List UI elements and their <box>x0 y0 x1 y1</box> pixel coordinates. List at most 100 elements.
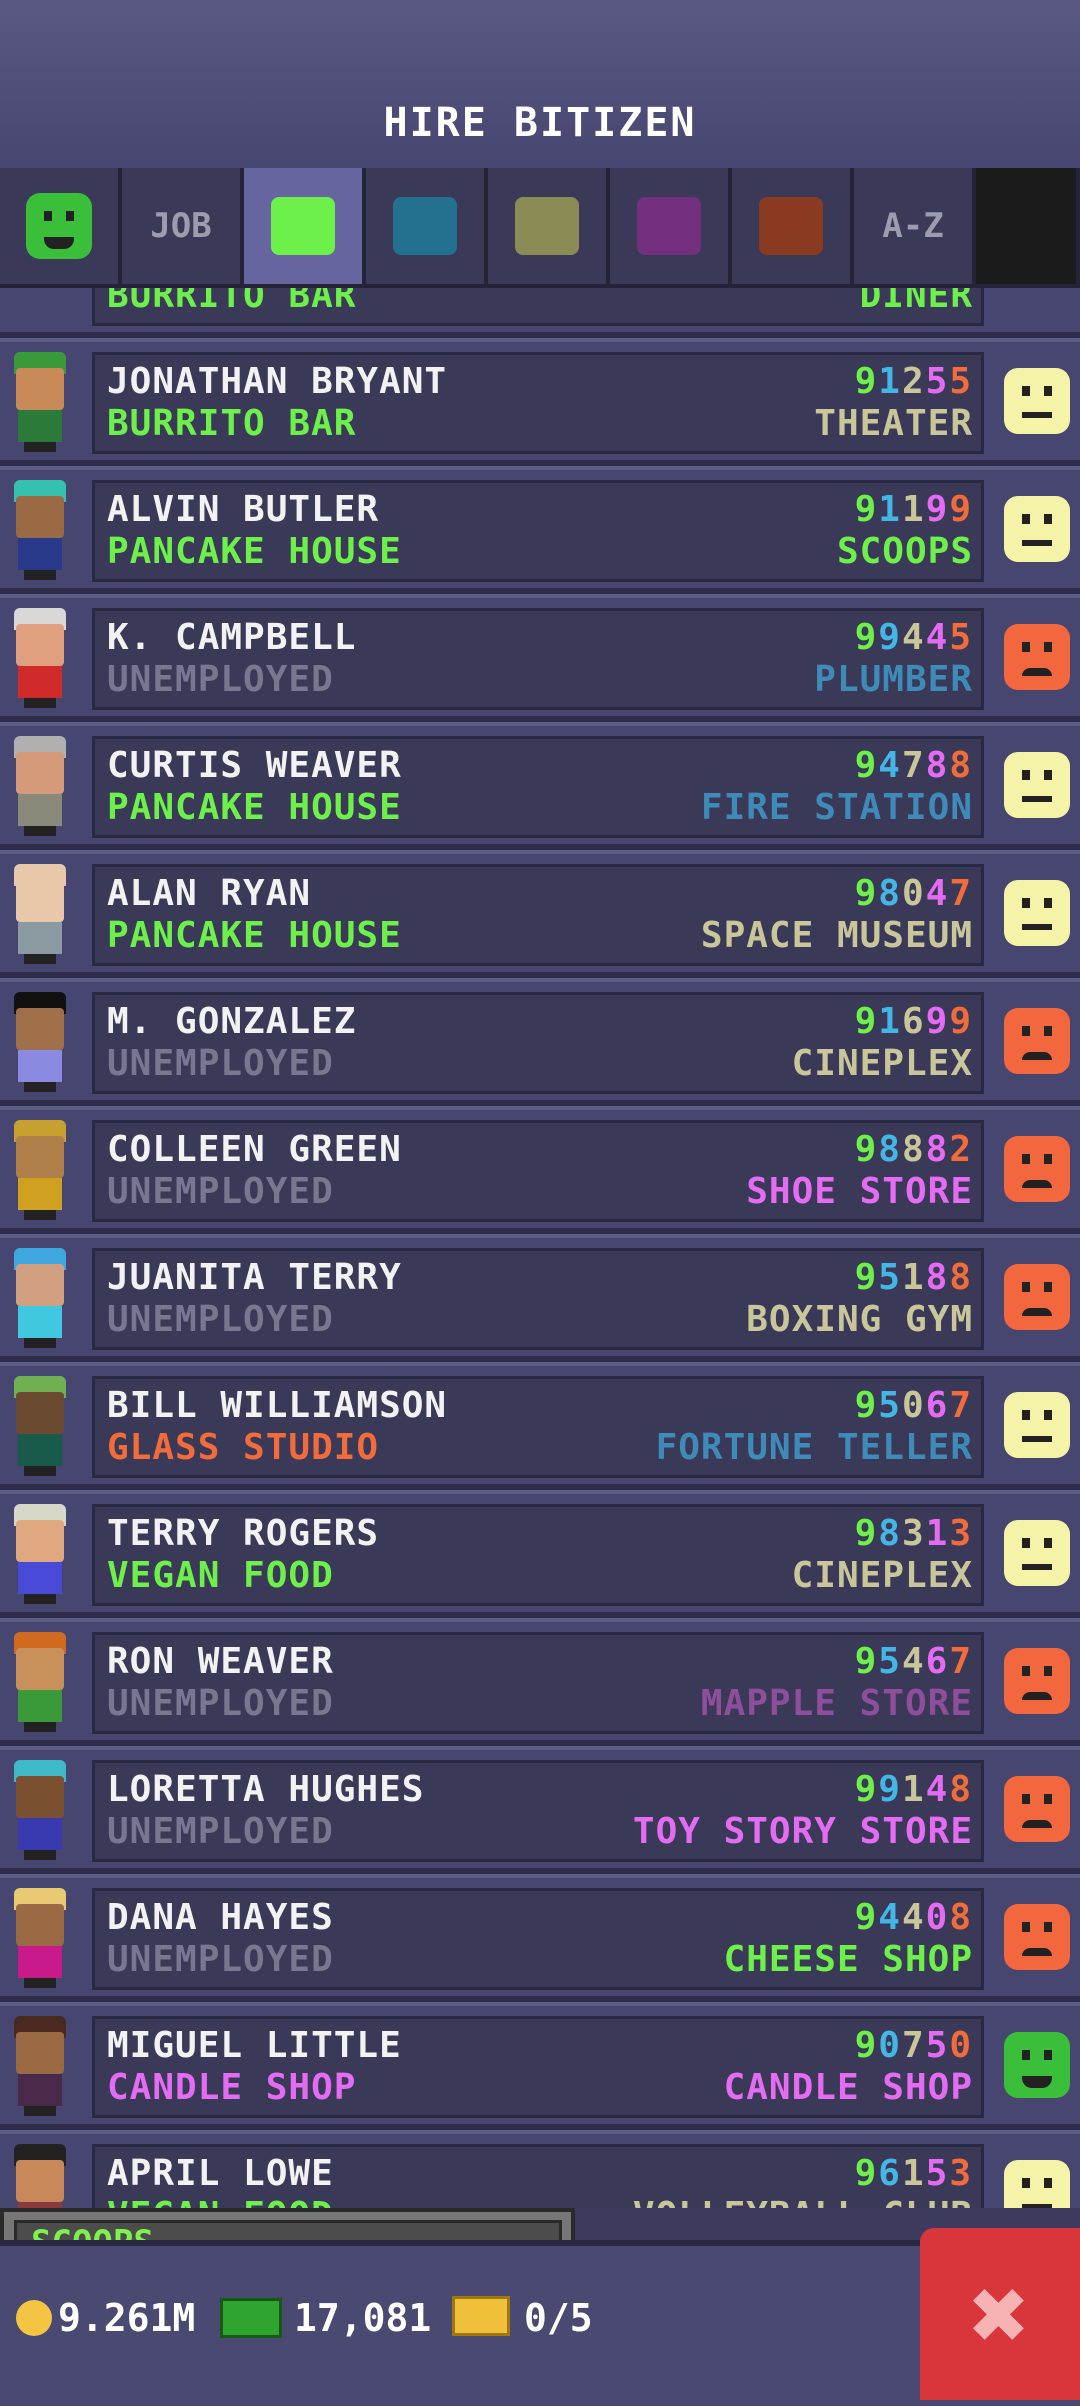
skill-digit: 9 <box>854 617 879 658</box>
bitizen-card: K. CAMPBELL 99445 UNEMPLOYED PLUMBER <box>92 608 984 710</box>
bitizen-card: BILL WILLIAMSON 95067 GLASS STUDIO FORTU… <box>92 1376 984 1478</box>
skill-digit: 3 <box>901 1513 926 1554</box>
list-item[interactable]: LORETTA HUGHES 99148 UNEMPLOYED TOY STOR… <box>0 1746 1080 1874</box>
bitizen-dream-job: BOXING GYM <box>746 1299 973 1340</box>
skill-digit: 1 <box>878 361 902 402</box>
list-item[interactable]: CURTIS WEAVER 94788 PANCAKE HOUSE FIRE S… <box>0 722 1080 850</box>
bitizen-card: ALVIN BUTLER 91199 PANCAKE HOUSE SCOOPS <box>92 480 984 582</box>
bitizen-job: CANDLE SHOP <box>107 2067 357 2108</box>
tab-retail[interactable] <box>610 168 728 284</box>
tab-job[interactable]: JOB <box>122 168 240 284</box>
bitizen-dream-job: MAPPLE STORE <box>700 1683 973 1724</box>
bitizen-skills: 95188 <box>855 1257 973 1298</box>
list-item[interactable]: K. CAMPBELL 99445 UNEMPLOYED PLUMBER <box>0 594 1080 722</box>
bux-icon <box>220 2298 282 2338</box>
bitizen-name: COLLEEN GREEN <box>107 1129 402 1170</box>
skill-digit: 8 <box>949 1769 973 1810</box>
skill-digit: 5 <box>878 1385 902 1426</box>
bitizen-card: JUANITA TERRY 95188 UNEMPLOYED BOXING GY… <box>92 1248 984 1350</box>
skill-digit: 1 <box>901 1769 926 1810</box>
skill-digit: 8 <box>925 745 950 786</box>
tab-az[interactable]: A-Z <box>854 168 972 284</box>
skill-digit: 5 <box>925 361 950 402</box>
bitizen-avatar <box>8 2144 72 2208</box>
list-item[interactable]: JUANITA TERRY 95188 UNEMPLOYED BOXING GY… <box>0 1234 1080 1362</box>
bitizen-card: LORETTA HUGHES 99148 UNEMPLOYED TOY STOR… <box>92 1760 984 1862</box>
list-item[interactable]: BILL WILLIAMSON 95067 GLASS STUDIO FORTU… <box>0 1362 1080 1490</box>
list-item[interactable]: ALAN RYAN 98047 PANCAKE HOUSE SPACE MUSE… <box>0 850 1080 978</box>
skill-digit: 4 <box>925 1769 950 1810</box>
list-item[interactable]: DANA HAYES 94408 UNEMPLOYED CHEESE SHOP <box>0 1874 1080 2002</box>
close-button[interactable]: ✖ <box>920 2228 1080 2400</box>
bitizen-skills: 94408 <box>855 1897 973 1938</box>
skill-digit: 9 <box>854 489 879 530</box>
bitizen-list[interactable]: BURRITO BAR DINER JONATHAN BRYANT 91255 … <box>0 288 1080 2208</box>
skill-digit: 6 <box>925 1385 950 1426</box>
bitizen-dream-job: FORTUNE TELLER <box>655 1427 973 1468</box>
bitizen-card: M. GONZALEZ 91699 UNEMPLOYED CINEPLEX <box>92 992 984 1094</box>
tab-overflow <box>976 168 1076 284</box>
tab-mood[interactable] <box>0 168 118 284</box>
skill-digit: 9 <box>949 1001 973 1042</box>
bitizen-avatar <box>8 352 72 452</box>
neutral-face-icon <box>1004 2160 1070 2208</box>
close-icon: ✖ <box>969 2255 1031 2373</box>
coin-icon <box>16 2300 52 2336</box>
skill-digit: 8 <box>878 1513 902 1554</box>
skill-digit: 2 <box>949 1129 973 1170</box>
list-item[interactable]: JONATHAN BRYANT 91255 BURRITO BAR THEATE… <box>0 338 1080 466</box>
bitizen-skills: 91699 <box>855 1001 973 1042</box>
bitizen-name: ALVIN BUTLER <box>107 489 380 530</box>
bitizen-job: BURRITO BAR <box>107 288 357 316</box>
tab-creative[interactable] <box>732 168 850 284</box>
skill-digit: 9 <box>854 1769 879 1810</box>
list-item[interactable]: COLLEEN GREEN 98882 UNEMPLOYED SHOE STOR… <box>0 1106 1080 1234</box>
bitizen-name: APRIL LOWE <box>107 2153 334 2194</box>
bitizen-job: UNEMPLOYED <box>107 1811 334 1852</box>
bitizen-job: PANCAKE HOUSE <box>107 915 402 956</box>
happy-face-icon <box>1004 2032 1070 2098</box>
bitizen-skills: 91255 <box>855 361 973 402</box>
list-item[interactable]: MIGUEL LITTLE 90750 CANDLE SHOP CANDLE S… <box>0 2002 1080 2130</box>
skill-digit: 8 <box>949 1257 973 1298</box>
bitizen-skills: 98313 <box>855 1513 973 1554</box>
list-item[interactable]: TERRY ROGERS 98313 VEGAN FOOD CINEPLEX <box>0 1490 1080 1618</box>
sad-face-icon <box>1004 1264 1070 1330</box>
list-item[interactable]: RON WEAVER 95467 UNEMPLOYED MAPPLE STORE <box>0 1618 1080 1746</box>
skill-digit: 7 <box>949 1385 973 1426</box>
bitizen-name: ALAN RYAN <box>107 873 312 914</box>
bitizen-card: BURRITO BAR DINER <box>92 288 984 326</box>
skill-digit: 9 <box>854 2025 879 2066</box>
bitizen-card: DANA HAYES 94408 UNEMPLOYED CHEESE SHOP <box>92 1888 984 1990</box>
skill-digit: 9 <box>878 617 902 658</box>
bitizen-avatar <box>8 480 72 580</box>
skill-digit: 8 <box>949 1897 973 1938</box>
bitizen-skills: 98047 <box>855 873 973 914</box>
list-item[interactable]: M. GONZALEZ 91699 UNEMPLOYED CINEPLEX <box>0 978 1080 1106</box>
skill-digit: 1 <box>878 489 902 530</box>
list-item-partial[interactable]: BURRITO BAR DINER <box>0 288 1080 338</box>
service-color-swatch <box>393 197 457 255</box>
bitizen-job: PANCAKE HOUSE <box>107 531 402 572</box>
bitizen-dream-job: CINEPLEX <box>791 1555 973 1596</box>
skill-digit: 7 <box>949 1641 973 1682</box>
bitizen-dream-job: DINER <box>859 288 973 316</box>
skill-digit: 8 <box>925 1257 950 1298</box>
tab-food[interactable] <box>244 168 362 284</box>
skill-digit: 9 <box>854 1129 879 1170</box>
tab-service[interactable] <box>366 168 484 284</box>
neutral-face-icon <box>1004 496 1070 562</box>
bitizen-job: UNEMPLOYED <box>107 1171 334 1212</box>
list-item[interactable]: ALVIN BUTLER 91199 PANCAKE HOUSE SCOOPS <box>0 466 1080 594</box>
skill-digit: 9 <box>854 1257 879 1298</box>
neutral-face-icon <box>1004 752 1070 818</box>
skill-digit: 6 <box>878 2153 902 2194</box>
skill-digit: 5 <box>949 617 973 658</box>
bitizen-card: COLLEEN GREEN 98882 UNEMPLOYED SHOE STOR… <box>92 1120 984 1222</box>
bitizen-dream-job: TOY STORY STORE <box>632 1811 973 1852</box>
list-item[interactable]: APRIL LOWE 96153 VEGAN FOOD VOLLEYBALL C… <box>0 2130 1080 2208</box>
tab-recreation[interactable] <box>488 168 606 284</box>
bitizen-name: RON WEAVER <box>107 1641 334 1682</box>
recreation-color-swatch <box>515 197 579 255</box>
skill-digit: 2 <box>901 361 926 402</box>
